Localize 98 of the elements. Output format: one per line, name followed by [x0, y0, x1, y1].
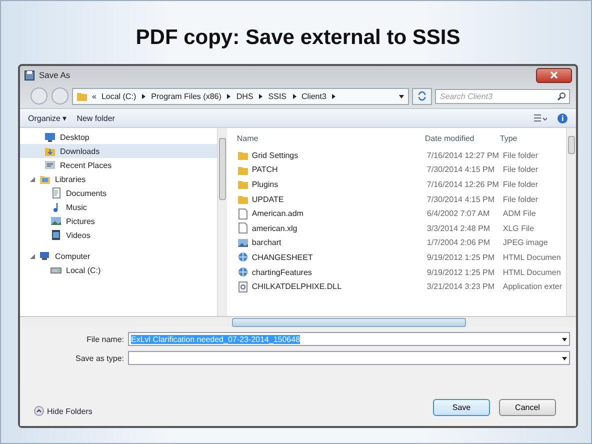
caret-right-icon[interactable]: [226, 94, 232, 98]
type-cell: Application exter: [502, 282, 562, 292]
type-cell-text: HTML Documen: [502, 268, 562, 277]
type-cell-text: HTML Documen: [502, 252, 562, 262]
type-cell-text: File folder: [502, 194, 540, 204]
scrollbar[interactable]: [566, 128, 576, 316]
file-name-cell[interactable]: PATCH: [252, 165, 424, 174]
sidebar-item[interactable]: Pictures: [20, 214, 217, 228]
date-cell-text: 7/30/2014 4:15 PM: [426, 165, 496, 174]
close-button[interactable]: [536, 68, 572, 82]
refresh-button[interactable]: [412, 88, 432, 104]
sidebar-item[interactable]: Downloads: [20, 144, 217, 158]
breadcrumb[interactable]: Client3: [302, 92, 326, 100]
folder-icon: [44, 145, 56, 157]
date-cell-text: 3/21/2014 3:23 PM: [426, 282, 496, 292]
date-cell-text: 6/4/2002 7:07 AM: [426, 209, 491, 218]
window-icon: [44, 159, 56, 171]
type-cell-text: File folder: [502, 165, 540, 174]
folder-icon: [39, 173, 51, 185]
sidebar-item[interactable]: Local (C:): [20, 263, 217, 277]
globe-icon: [236, 266, 249, 278]
sidebar-item[interactable]: Music: [20, 200, 217, 214]
file-name-cell[interactable]: chartingFeatures: [252, 268, 424, 277]
file-name-cell[interactable]: Grid Settings: [252, 150, 424, 160]
sidebar-item[interactable]: Computer: [20, 249, 217, 263]
expanded-arrow-icon[interactable]: [30, 176, 35, 182]
sidebar-item[interactable]: Recent Places: [20, 158, 217, 172]
globe-icon: [236, 251, 249, 264]
file-name-cell[interactable]: american.xlg: [252, 224, 424, 233]
caret-right-icon[interactable]: [258, 94, 264, 98]
type-cell-text: XLG File: [502, 224, 536, 233]
slide-title: PDF copy: Save external to SSIS: [136, 25, 460, 51]
breadcrumb[interactable]: SSIS: [268, 92, 287, 100]
help-icon[interactable]: [557, 112, 568, 124]
column-header[interactable]: Name: [236, 134, 425, 142]
date-cell: 7/16/2014 12:27 PM: [426, 150, 500, 160]
folder-icon: [236, 149, 249, 162]
date-cell-text: 3/3/2014 2:48 PM: [426, 224, 492, 233]
date-cell-text: 9/19/2012 1:25 PM: [426, 252, 496, 262]
sidebar-item[interactable]: Libraries: [20, 172, 217, 186]
type-cell-text: File folder: [502, 150, 540, 160]
caret-down-icon[interactable]: [562, 356, 567, 360]
cancel-button[interactable]: Cancel: [499, 399, 556, 416]
close-icon: [550, 71, 558, 79]
type-cell-text: JPEG image: [502, 238, 549, 248]
chevron-up-icon: [34, 406, 44, 416]
document-icon: [50, 187, 62, 199]
folder-icon: [236, 178, 249, 190]
file-name-cell[interactable]: Plugins: [252, 180, 424, 189]
caret-right-icon[interactable]: [292, 94, 297, 98]
expanded-arrow-icon[interactable]: [30, 254, 35, 258]
save-as-type-label: Save as type:: [74, 354, 124, 362]
caret-right-icon[interactable]: [331, 94, 336, 98]
file-name-cell[interactable]: CHILKATDELPHIXE.DLL: [252, 282, 424, 292]
overflow-chevron[interactable]: «: [92, 92, 96, 100]
file-icon: [236, 208, 249, 220]
refresh-icon: [417, 91, 427, 101]
save-icon: [24, 70, 35, 80]
file-name-cell[interactable]: CHANGESHEET: [252, 252, 424, 262]
search-field[interactable]: Search Client3: [435, 88, 570, 104]
file-icon: [236, 222, 249, 234]
date-cell-text: 9/19/2012 1:25 PM: [426, 268, 496, 277]
date-cell-text: 7/30/2014 4:15 PM: [426, 194, 496, 204]
save-button[interactable]: Save: [433, 399, 490, 416]
picture-icon: [50, 215, 62, 227]
column-header[interactable]: Type: [500, 134, 562, 142]
search-icon: [557, 92, 566, 100]
address-bar[interactable]: « Local (C:) Program Files (x86) DHS SSIS Client3: [72, 88, 409, 104]
breadcrumb[interactable]: DHS: [236, 92, 254, 100]
caret-right-icon[interactable]: [141, 94, 146, 98]
picture-icon: [236, 236, 249, 249]
sidebar-item[interactable]: Videos: [20, 228, 217, 242]
date-cell-text: 1/7/2004 2:06 PM: [426, 238, 492, 248]
film-icon: [50, 229, 62, 241]
monitor-icon: [44, 131, 56, 143]
folder-icon: [236, 193, 249, 206]
column-header[interactable]: Date modified: [424, 134, 500, 142]
file-name-label: File name:: [86, 334, 124, 344]
computer-icon: [39, 250, 51, 262]
type-cell-text: File folder: [502, 180, 540, 189]
sidebar-item[interactable]: Desktop: [20, 130, 217, 144]
view-icon[interactable]: [533, 114, 547, 122]
file-name-cell[interactable]: barchart: [252, 238, 424, 248]
type-cell-text: ADM File: [502, 209, 537, 218]
scrollbar[interactable]: [216, 128, 227, 316]
organize-menu[interactable]: Organize ▾: [28, 114, 67, 122]
breadcrumb[interactable]: Program Files (x86): [151, 92, 222, 100]
hide-folders-button[interactable]: Hide Folders: [34, 406, 92, 416]
new-folder-button[interactable]: New folder: [76, 114, 115, 122]
file-name-cell[interactable]: UPDATE: [252, 194, 424, 204]
file-name-cell[interactable]: American.adm: [252, 209, 424, 218]
caret-down-icon[interactable]: [399, 94, 404, 98]
date-cell: 7/16/2014 12:26 PM: [426, 180, 500, 189]
sidebar-item[interactable]: Documents: [20, 186, 217, 200]
folder-icon: [77, 92, 87, 100]
window-title: Save As: [39, 70, 72, 80]
breadcrumb[interactable]: Local (C:): [101, 92, 136, 100]
caret-down-icon[interactable]: [562, 336, 567, 342]
